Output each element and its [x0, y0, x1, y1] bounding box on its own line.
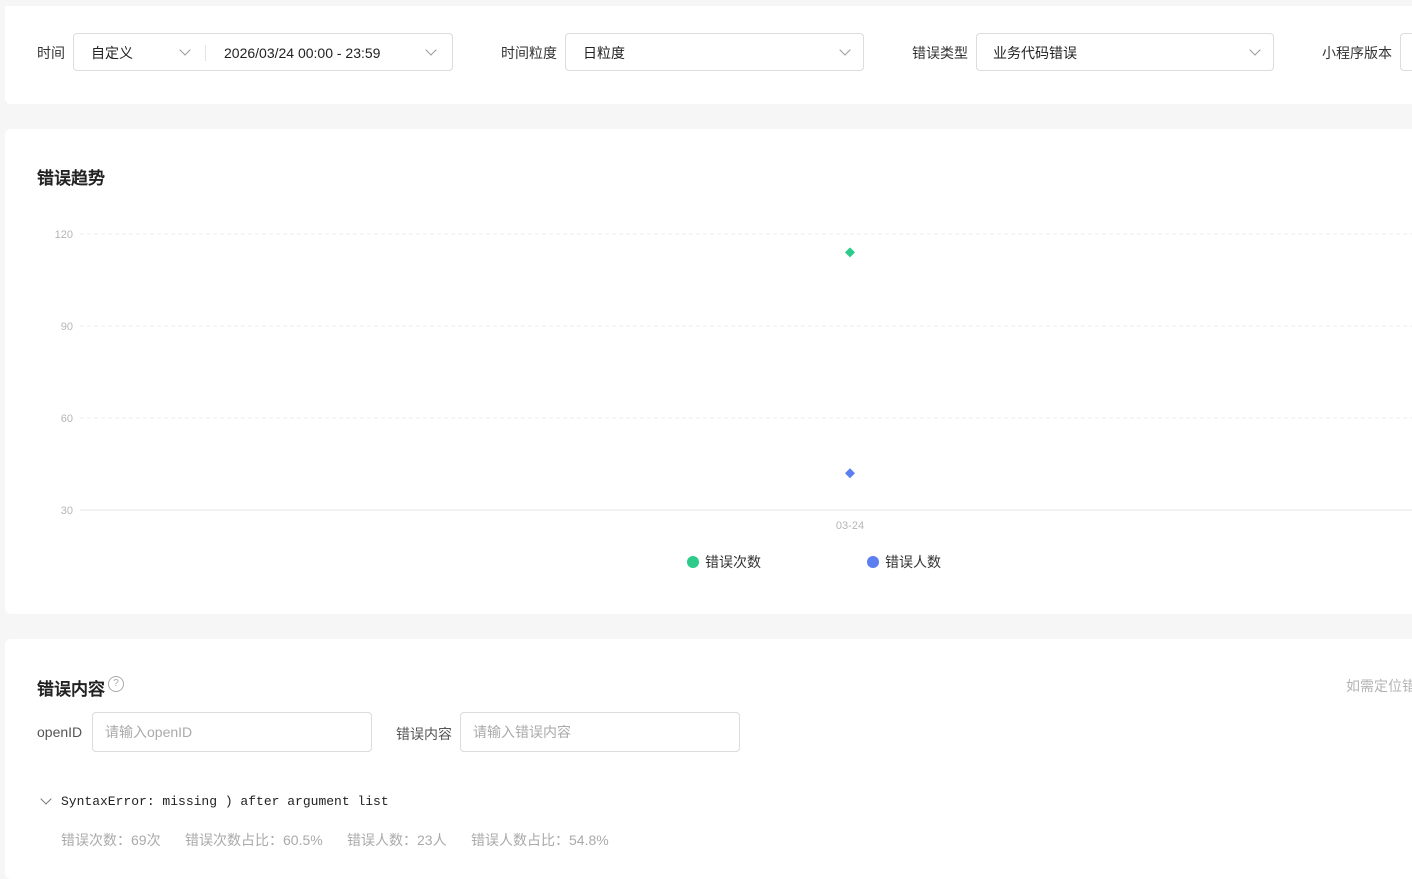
legend-label: 错误人数 [885, 554, 941, 570]
error-type-select[interactable]: 业务代码错误 [976, 33, 1274, 71]
filter-bar: 时间 自定义 2026/03/24 00:00 - 23:59 时间粒度 日粒度… [5, 6, 1412, 104]
divider [205, 45, 206, 61]
stat-users: 错误人数：23人 [347, 832, 447, 848]
error-content-input[interactable] [460, 712, 740, 752]
trend-card: 错误趋势 30 60 90 120 03-24 错误次数 错误人数 [5, 129, 1412, 614]
locate-hint: 如需定位错 [1346, 678, 1412, 694]
content-label: 错误内容 [396, 726, 452, 742]
version-select[interactable] [1400, 33, 1412, 71]
y-tick-label: 120 [55, 229, 73, 241]
time-mode-value: 自定义 [91, 45, 133, 61]
stat-count-ratio: 错误次数占比：60.5% [185, 832, 323, 848]
chevron-down-icon[interactable] [176, 43, 196, 63]
error-item-title[interactable]: SyntaxError: missing ) after argument li… [61, 794, 389, 809]
error-type-value: 业务代码错误 [993, 45, 1077, 61]
legend-marker [867, 556, 879, 568]
granularity-label: 时间粒度 [501, 45, 557, 61]
time-label: 时间 [37, 45, 65, 61]
granularity-value: 日粒度 [583, 45, 625, 61]
trend-chart: 30 60 90 120 03-24 错误次数 错误人数 [55, 229, 1412, 570]
help-icon[interactable]: ? [108, 676, 124, 692]
openid-label: openID [37, 724, 83, 740]
legend-marker [687, 556, 699, 568]
chevron-down-icon [1246, 43, 1266, 63]
x-tick-label: 03-24 [836, 520, 864, 532]
data-point-count [845, 247, 855, 258]
stat-count: 错误次数：69次 [61, 832, 161, 848]
stat-users-ratio: 错误人数占比：54.8% [471, 832, 609, 848]
y-tick-label: 30 [61, 505, 73, 517]
date-range-value[interactable]: 2026/03/24 00:00 - 23:59 [224, 43, 380, 63]
chevron-down-icon[interactable] [39, 794, 53, 808]
y-tick-label: 90 [61, 321, 73, 333]
error-type-label: 错误类型 [912, 45, 968, 61]
openid-input[interactable] [92, 712, 372, 752]
chevron-down-icon [836, 43, 856, 63]
error-content-card: 错误内容 ? 如需定位错 openID 错误内容 SyntaxError: mi… [5, 639, 1412, 879]
time-range-select[interactable]: 自定义 2026/03/24 00:00 - 23:59 [73, 33, 453, 71]
chevron-down-icon[interactable] [422, 43, 442, 63]
legend-label: 错误次数 [705, 554, 761, 570]
data-point-users [845, 468, 855, 479]
y-tick-label: 60 [61, 413, 73, 425]
version-label: 小程序版本 [1322, 45, 1392, 61]
errors-title: 错误内容 [37, 680, 105, 699]
granularity-select[interactable]: 日粒度 [565, 33, 864, 71]
